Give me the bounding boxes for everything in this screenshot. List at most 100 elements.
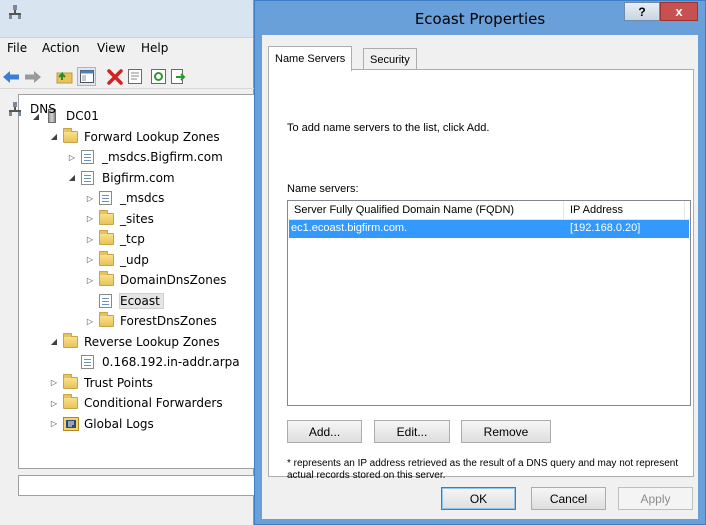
folder-icon	[99, 250, 115, 267]
collapse-arrow-icon[interactable]: ◢	[49, 337, 59, 346]
refresh-icon[interactable]	[150, 68, 167, 85]
tree-node-label: DomainDnsZones	[120, 273, 227, 287]
zone-icon	[99, 191, 115, 205]
tree-node[interactable]: ▷ Global Logs	[49, 414, 154, 434]
name-servers-label: Name servers:	[287, 183, 359, 195]
delete-icon[interactable]	[106, 68, 123, 85]
tree-node[interactable]: 0.168.192.in-addr.arpa	[67, 352, 240, 372]
properties-icon[interactable]	[126, 68, 143, 85]
tab-security[interactable]: Security	[363, 48, 417, 71]
expand-arrow-icon[interactable]: ▷	[85, 255, 95, 264]
tree-node[interactable]: ◢ Reverse Lookup Zones	[49, 332, 220, 352]
tree-node[interactable]: ▷ _msdcs.Bigfirm.com	[67, 147, 223, 167]
tree-node-label: _msdcs.Bigfirm.com	[102, 150, 223, 164]
column-fqdn[interactable]: Server Fully Qualified Domain Name (FQDN…	[294, 204, 514, 216]
menu-view[interactable]: View	[97, 41, 125, 55]
folder-icon	[63, 332, 79, 349]
tab-name-servers[interactable]: Name Servers	[268, 46, 353, 71]
close-button[interactable]: x	[660, 2, 698, 21]
server-ip: [192.168.0.20]	[570, 222, 641, 234]
tree-node[interactable]: ▷ DomainDnsZones	[85, 270, 226, 290]
tree-node-label: Ecoast	[119, 292, 164, 309]
tree-node[interactable]: ▷ _sites	[85, 209, 154, 229]
list-header: Server Fully Qualified Domain Name (FQDN…	[288, 201, 690, 220]
list-item[interactable]: ec1.ecoast.bigfirm.com. [192.168.0.20]	[289, 220, 689, 238]
forward-arrow-icon[interactable]	[24, 68, 41, 85]
expand-arrow-icon[interactable]: ▷	[49, 399, 59, 408]
expand-arrow-icon[interactable]: ▷	[49, 378, 59, 387]
back-arrow-icon[interactable]	[3, 68, 20, 85]
server-fqdn: ec1.ecoast.bigfirm.com.	[291, 222, 408, 234]
add-button[interactable]: Add...	[287, 420, 362, 443]
tree-node-label: _udp	[120, 252, 149, 267]
folder-icon	[63, 394, 79, 410]
tree-node-label: DNS	[30, 102, 56, 116]
up-folder-icon[interactable]	[56, 68, 73, 85]
expand-arrow-icon[interactable]: ▷	[85, 235, 95, 244]
zone-icon	[81, 170, 97, 185]
menu-action[interactable]: Action	[42, 41, 80, 55]
tree-node-label: 0.168.192.in-addr.arpa	[102, 355, 240, 369]
name-servers-list[interactable]: Server Fully Qualified Domain Name (FQDN…	[287, 200, 691, 406]
dns-app-icon	[9, 5, 21, 19]
tree-node-selected[interactable]: Ecoast	[85, 291, 164, 311]
tree-node[interactable]: ◢ Bigfirm.com	[67, 168, 175, 188]
tree-node[interactable]: ◢ Forward Lookup Zones	[49, 127, 220, 147]
dialog-titlebar[interactable]: Ecoast Properties ? x	[255, 1, 705, 35]
expand-arrow-icon[interactable]: ▷	[85, 317, 95, 326]
zone-icon	[81, 150, 97, 164]
help-button[interactable]: ?	[624, 2, 660, 21]
tree-node[interactable]: DNS	[5, 99, 56, 119]
cancel-button[interactable]: Cancel	[531, 487, 606, 510]
expand-arrow-icon[interactable]: ▷	[85, 276, 95, 285]
log-icon	[63, 416, 79, 431]
tree-node-label: Forward Lookup Zones	[84, 129, 220, 144]
expand-arrow-icon[interactable]: ▷	[49, 419, 59, 428]
console-tree[interactable]: ◢ DC01 ◢ Forward Lookup Zones ▷ _msdcs.Bigfir…	[18, 94, 254, 469]
tree-node-label: Bigfirm.com	[102, 170, 175, 185]
tree-node-label: ForestDnsZones	[120, 314, 217, 328]
folder-icon	[99, 312, 115, 328]
remove-button[interactable]: Remove	[461, 420, 551, 443]
tree-node-label: _sites	[120, 211, 154, 226]
tree-node[interactable]: ▷ _tcp	[85, 229, 145, 249]
collapse-arrow-icon[interactable]: ◢	[67, 173, 77, 182]
tree-node[interactable]: ▷ Conditional Forwarders	[49, 393, 223, 413]
edit-button[interactable]: Edit...	[374, 420, 450, 443]
toolbar	[0, 63, 254, 89]
collapse-arrow-icon[interactable]: ◢	[49, 132, 59, 141]
menu-help[interactable]: Help	[141, 41, 168, 55]
ok-button[interactable]: OK	[441, 487, 516, 510]
menu-file[interactable]: File	[7, 41, 27, 55]
menu-bar: File Action View Help	[0, 39, 254, 59]
tree-node-label: _msdcs	[120, 191, 165, 205]
tree-node[interactable]: ▷ Trust Points	[49, 373, 153, 393]
apply-button[interactable]: Apply	[618, 487, 693, 510]
tree-node-label: _tcp	[120, 232, 145, 246]
tree-node[interactable]: ▷ _udp	[85, 250, 149, 270]
dns-icon	[9, 102, 25, 116]
folder-icon	[99, 209, 115, 226]
show-console-tree-icon[interactable]	[77, 67, 96, 86]
dns-manager-window: File Action View Help ◢ DC01 ◢ Forward Loo	[0, 0, 254, 525]
properties-dialog: Ecoast Properties ? x Name Servers Secur…	[254, 0, 706, 525]
column-divider[interactable]	[563, 201, 564, 220]
folder-icon	[63, 127, 79, 144]
tree-node[interactable]: ▷ ForestDnsZones	[85, 311, 217, 331]
expand-arrow-icon[interactable]: ▷	[67, 153, 77, 162]
folder-icon	[63, 373, 79, 390]
column-divider[interactable]	[684, 201, 685, 220]
zone-icon	[99, 293, 115, 308]
tree-node-label: Conditional Forwarders	[84, 396, 223, 410]
footnote-text: * represents an IP address retrieved as …	[287, 458, 679, 481]
expand-arrow-icon[interactable]: ▷	[85, 214, 95, 223]
column-ip[interactable]: IP Address	[570, 204, 623, 216]
zone-icon	[81, 355, 97, 369]
expand-arrow-icon[interactable]: ▷	[85, 194, 95, 203]
tree-node[interactable]: ▷ _msdcs	[85, 188, 164, 208]
dns-manager-titlebar[interactable]	[0, 0, 253, 38]
tree-node-label: Global Logs	[84, 416, 154, 431]
dialog-body: Name Servers Security To add name server…	[262, 35, 698, 519]
export-list-icon[interactable]	[170, 68, 187, 85]
folder-icon	[99, 271, 115, 287]
